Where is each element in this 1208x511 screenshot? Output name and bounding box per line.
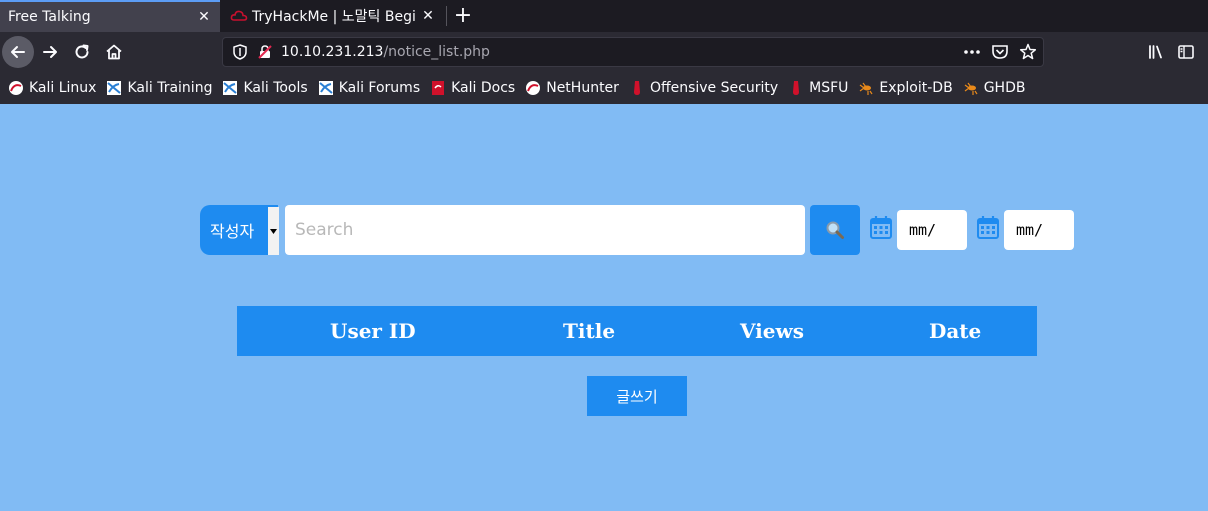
library-button[interactable]	[1140, 36, 1172, 68]
bookmark-offensive-security[interactable]: Offensive Security	[629, 80, 778, 96]
column-header-title[interactable]: Title	[563, 306, 615, 356]
date-to-input[interactable]: mm/	[1004, 210, 1074, 250]
offsec-icon	[633, 81, 640, 95]
nethunter-icon	[526, 81, 541, 95]
bookmark-label: Offensive Security	[649, 80, 779, 96]
search-input[interactable]	[285, 205, 805, 255]
url-path: /notice_list.php	[383, 44, 490, 60]
close-icon[interactable]: ✕	[416, 8, 440, 24]
arrow-right-icon	[43, 46, 57, 58]
calendar-icon	[870, 216, 892, 239]
bookmark-kali-docs[interactable]: Kali Docs	[430, 80, 515, 96]
more-actions-icon[interactable]	[963, 42, 981, 62]
date-from-value: mm/	[909, 221, 937, 239]
kali-tools-icon	[223, 81, 238, 95]
kali-icon	[9, 81, 23, 95]
column-header-views[interactable]: Views	[740, 306, 804, 356]
library-icon	[1149, 45, 1162, 59]
url-actions	[963, 42, 1037, 62]
sidebar-icon	[1178, 45, 1194, 59]
arrow-left-icon	[11, 46, 25, 58]
sidebar-button[interactable]	[1170, 36, 1202, 68]
kali-docs-icon	[432, 81, 445, 95]
tab-separator	[446, 6, 447, 26]
bookmark-ghdb[interactable]: GHDB	[963, 80, 1026, 96]
bookmark-kali-linux[interactable]: Kali Linux	[8, 80, 96, 96]
close-icon[interactable]: ✕	[192, 9, 216, 25]
home-button[interactable]	[98, 36, 130, 68]
filter-selected-value: 작성자	[210, 222, 255, 241]
bookmark-label: Exploit-DB	[879, 80, 953, 96]
bookmark-label: Kali Linux	[29, 80, 97, 96]
url-bar[interactable]: 10.10.231.213/notice_list.php	[222, 37, 1044, 67]
tab-tryhackme[interactable]: TryHackMe | 노말틱 Beginner ✕	[222, 0, 444, 32]
bookmark-msfu[interactable]: MSFU	[788, 80, 848, 96]
bookmark-label: MSFU	[809, 80, 849, 96]
tryhackme-cloud-icon	[230, 10, 248, 21]
page-content: 작성자 mm/ mm/ User ID Title Views Date 글쓰기	[0, 104, 1208, 511]
pocket-icon[interactable]	[991, 42, 1009, 62]
bookmark-label: GHDB	[983, 80, 1026, 96]
nav-bar: 10.10.231.213/notice_list.php	[0, 32, 1208, 72]
bookmark-nethunter[interactable]: NetHunter	[525, 80, 619, 96]
back-button[interactable]	[2, 36, 34, 68]
column-header-user-id[interactable]: User ID	[330, 306, 416, 356]
bookmark-star-icon[interactable]	[1019, 42, 1037, 62]
tab-strip: Free Talking ✕ TryHackMe | 노말틱 Beginner …	[0, 0, 1208, 32]
home-icon	[106, 44, 122, 60]
bookmark-label: NetHunter	[546, 80, 619, 96]
tab-free-talking[interactable]: Free Talking ✕	[0, 0, 220, 32]
url-text: 10.10.231.213/notice_list.php	[281, 44, 490, 60]
magnifier-icon	[826, 221, 844, 239]
new-tab-button[interactable]: +	[450, 2, 476, 30]
bookmark-label: Kali Docs	[451, 80, 516, 96]
forward-button[interactable]	[34, 36, 66, 68]
filter-dropdown-arrow[interactable]	[268, 207, 279, 255]
bookmark-label: Kali Tools	[243, 80, 308, 96]
reload-icon	[75, 44, 89, 59]
bookmark-kali-tools[interactable]: Kali Tools	[222, 80, 308, 96]
msfu-icon	[793, 81, 800, 95]
tab-title: TryHackMe | 노말틱 Beginner	[252, 9, 416, 25]
exploitdb-icon	[860, 82, 873, 95]
kali-forums-icon	[318, 81, 333, 95]
shield-icon[interactable]	[233, 44, 247, 60]
calendar-icon	[977, 216, 999, 239]
notice-table-header: User ID Title Views Date	[237, 306, 1037, 356]
write-post-button[interactable]: 글쓰기	[587, 376, 687, 416]
ghdb-icon	[964, 82, 978, 95]
kali-training-icon	[107, 81, 122, 95]
search-button[interactable]	[810, 205, 860, 255]
bookmark-label: Kali Training	[127, 80, 213, 96]
bookmark-kali-forums[interactable]: Kali Forums	[318, 80, 420, 96]
date-to-value: mm/	[1016, 221, 1044, 239]
bookmarks-toolbar: Kali Linux Kali Training Kali Tools Kali…	[0, 72, 1208, 104]
insecure-lock-icon[interactable]	[257, 44, 273, 60]
bookmark-exploit-db[interactable]: Exploit-DB	[858, 80, 953, 96]
caret-down-icon	[270, 228, 277, 234]
date-from-input[interactable]: mm/	[897, 210, 967, 250]
bookmark-kali-training[interactable]: Kali Training	[106, 80, 212, 96]
reload-button[interactable]	[66, 36, 98, 68]
search-filter-select[interactable]: 작성자	[200, 205, 278, 255]
column-header-date[interactable]: Date	[929, 306, 981, 356]
tab-title: Free Talking	[8, 9, 91, 25]
bookmark-label: Kali Forums	[338, 80, 421, 96]
url-host: 10.10.231.213	[281, 44, 384, 60]
